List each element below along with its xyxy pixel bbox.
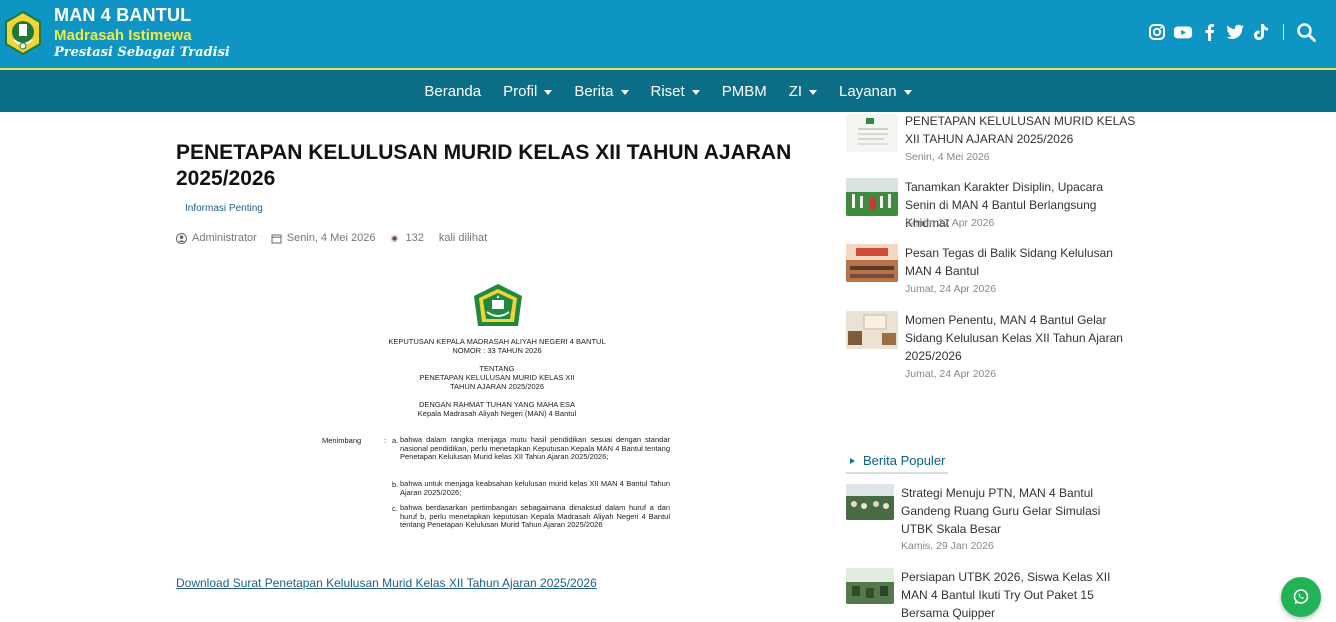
social-links xyxy=(1147,22,1316,42)
views-meta: 132 kali dilihat xyxy=(389,232,487,244)
tiktok-icon[interactable] xyxy=(1251,22,1271,42)
doc-point-text: bahwa berdasarkan pertimbangan sebagaima… xyxy=(400,503,670,529)
news-thumbnail[interactable] xyxy=(846,311,898,349)
publish-date: Senin, 4 Mei 2026 xyxy=(286,232,376,244)
nav-item-zi[interactable]: ZI xyxy=(778,83,828,100)
nav-label: Beranda xyxy=(424,82,482,100)
nav-item-profil[interactable]: Profil xyxy=(492,83,563,100)
view-count: 132 xyxy=(405,232,424,244)
kemenag-emblem xyxy=(474,284,522,326)
nav-label: Profil xyxy=(503,82,538,100)
author-meta: Administrator xyxy=(176,232,257,244)
views-label: kali dilihat xyxy=(438,232,488,244)
news-thumbnail[interactable] xyxy=(846,484,894,520)
brand-name[interactable]: MAN 4 BANTUL xyxy=(54,5,191,26)
article-meta: Administrator Senin, 4 Mei 2026 132 kali… xyxy=(176,232,816,244)
news-date: Jumat, 24 Apr 2026 xyxy=(905,283,997,295)
news-date: Kamis, 29 Jan 2026 xyxy=(901,540,994,552)
doc-point-text: bahwa untuk menjaga keabsahan kelulusan … xyxy=(400,479,670,497)
author-name: Administrator xyxy=(192,232,257,244)
caret-down-icon xyxy=(620,89,629,95)
facebook-icon[interactable] xyxy=(1199,22,1219,42)
doc-point-letter: a. xyxy=(392,436,399,445)
twitter-icon[interactable] xyxy=(1225,22,1245,42)
category-tag[interactable]: Informasi Penting xyxy=(185,203,263,214)
doc-issuer: Kepala Madrasah Aliyah Negeri (MAN) 4 Ba… xyxy=(417,409,577,418)
news-thumbnail[interactable] xyxy=(846,244,898,282)
news-date: Senin, 4 Mei 2026 xyxy=(905,151,990,163)
decree-document-image: KEPUTUSAN KEPALA MADRASAH ALIYAH NEGERI … xyxy=(322,282,672,557)
nav-item-riset[interactable]: Riset xyxy=(640,83,711,100)
news-date: Jumat, 24 Apr 2026 xyxy=(905,368,997,380)
caret-down-icon xyxy=(544,89,553,95)
caret-down-icon xyxy=(903,89,912,95)
news-title[interactable]: Momen Penentu, MAN 4 Bantul Gelar Sidang… xyxy=(905,311,1137,365)
popular-news-heading: Berita Populer xyxy=(846,453,945,468)
whatsapp-chat-button[interactable] xyxy=(1281,577,1321,617)
brand-tagline: Prestasi Sebagai Tradisi xyxy=(54,45,230,60)
nav-label: ZI xyxy=(788,82,803,100)
doc-colon: : xyxy=(384,436,387,445)
article-title: PENETAPAN KELULUSAN MURID KELAS XII TAHU… xyxy=(176,141,792,190)
nav-label: PMBM xyxy=(721,82,767,100)
heading-underline xyxy=(846,472,948,474)
news-thumbnail[interactable] xyxy=(846,178,898,216)
doc-subject-line-2: TAHUN AJARAN 2025/2026 xyxy=(449,382,545,391)
doc-menimbang-label: Menimbang xyxy=(322,436,362,445)
doc-point-letter: b. xyxy=(392,480,399,489)
youtube-icon[interactable] xyxy=(1173,22,1193,42)
news-thumbnail[interactable] xyxy=(846,568,894,604)
school-logo[interactable] xyxy=(2,10,44,56)
main-nav: Beranda Profil Berita Riset PMBM ZI Laya… xyxy=(0,70,1336,112)
article: PENETAPAN KELULUSAN MURID KELAS XII TAHU… xyxy=(176,140,816,590)
instagram-icon[interactable] xyxy=(1147,22,1167,42)
brand-subtitle: Madrasah Istimewa xyxy=(54,27,192,44)
search-icon[interactable] xyxy=(1296,22,1316,42)
caret-down-icon xyxy=(809,89,818,95)
news-title[interactable]: Persiapan UTBK 2026, Siswa Kelas XII MAN… xyxy=(901,568,1133,622)
popular-heading-text: Berita Populer xyxy=(863,453,946,468)
nav-item-beranda[interactable]: Beranda xyxy=(413,83,492,100)
triangle-bullet-icon xyxy=(850,457,855,464)
user-icon xyxy=(176,232,187,244)
nav-label: Riset xyxy=(650,82,685,100)
doc-number: NOMOR : 33 TAHUN 2026 xyxy=(452,346,542,355)
calendar-icon xyxy=(271,234,282,243)
nav-item-layanan[interactable]: Layanan xyxy=(828,83,923,100)
doc-point-text: bahwa dalam rangka menjaga mutu hasil pe… xyxy=(400,435,670,461)
download-decree-link[interactable]: Download Surat Penetapan Kelulusan Murid… xyxy=(176,576,597,590)
site-header: MAN 4 BANTUL Madrasah Istimewa Prestasi … xyxy=(0,0,1336,68)
caret-down-icon xyxy=(691,89,700,95)
news-title[interactable]: PENETAPAN KELULUSAN MURID KELAS XII TAHU… xyxy=(905,112,1137,148)
header-divider xyxy=(1283,24,1284,40)
news-title[interactable]: Strategi Menuju PTN, MAN 4 Bantul Ganden… xyxy=(901,484,1133,538)
news-thumbnail[interactable] xyxy=(846,114,898,152)
news-title[interactable]: Pesan Tegas di Balik Sidang Kelulusan MA… xyxy=(905,244,1137,280)
nav-item-pmbm[interactable]: PMBM xyxy=(711,83,778,100)
whatsapp-icon xyxy=(1293,589,1309,604)
news-date: Senin, 27 Apr 2026 xyxy=(905,217,995,229)
nav-label: Berita xyxy=(574,82,614,100)
nav-item-berita[interactable]: Berita xyxy=(563,83,639,100)
date-meta: Senin, 4 Mei 2026 xyxy=(271,232,376,244)
eye-icon xyxy=(390,234,399,242)
doc-point-letter: c. xyxy=(392,504,398,513)
nav-label: Layanan xyxy=(839,82,897,100)
